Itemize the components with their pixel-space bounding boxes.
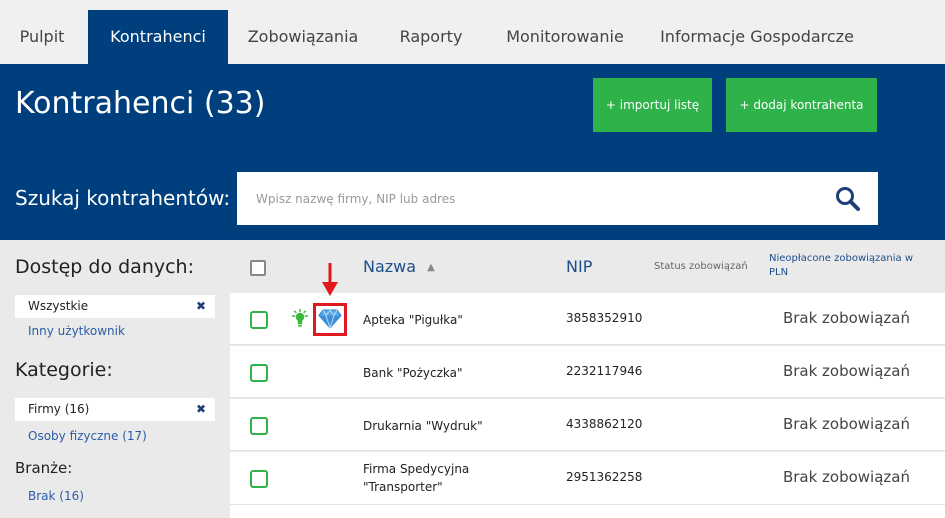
contractor-nip: 4338862120 [566, 417, 643, 431]
contractor-name[interactable]: Bank "Pożyczka" [363, 364, 463, 382]
access-heading: Dostęp do danych: [15, 256, 194, 278]
sort-ascending-icon: ▲ [427, 262, 435, 273]
contractor-name[interactable]: Apteka "Pigułka" [363, 311, 463, 329]
contractor-nip: 2951362258 [566, 470, 643, 484]
import-list-button[interactable]: + importuj listę [593, 78, 712, 132]
contractor-nip: 3858352910 [566, 311, 643, 325]
access-filter-label: Wszystkie [28, 299, 89, 313]
category-heading: Kategorie: [15, 359, 113, 381]
diamond-icon[interactable] [318, 309, 342, 329]
contractor-status: Brak zobowiązań [782, 415, 910, 433]
branch-heading: Branże: [15, 459, 73, 477]
contractor-status: Brak zobowiązań [782, 468, 910, 486]
table-row[interactable]: Apteka "Pigułka" 3858352910 Brak zobowią… [230, 293, 945, 345]
column-header-nip: NIP [566, 257, 593, 276]
category-filter-chip: Firmy (16) ✖ [15, 398, 215, 421]
column-header-unpaid: Nieopłacone zobowiązania w PLN [769, 253, 914, 278]
row-checkbox[interactable] [250, 470, 268, 488]
column-header-name[interactable]: Nazwa ▲ [363, 257, 435, 276]
lightbulb-icon [291, 309, 309, 327]
tab-raporty[interactable]: Raporty [378, 10, 484, 64]
contractor-name-line: Firma Spedycyjna [363, 462, 470, 476]
access-other-user-link[interactable]: Inny użytkownik [28, 324, 125, 338]
column-header-name-label: Nazwa [363, 257, 417, 276]
tab-pulpit[interactable]: Pulpit [0, 10, 84, 64]
remove-filter-icon[interactable]: ✖ [196, 295, 206, 318]
remove-filter-icon[interactable]: ✖ [196, 398, 206, 421]
page-header: Kontrahenci (33) + importuj listę + doda… [0, 64, 945, 240]
search-icon[interactable] [835, 186, 861, 212]
page-title: Kontrahenci (33) [15, 86, 266, 121]
search-box [237, 172, 878, 225]
tab-kontrahenci[interactable]: Kontrahenci [88, 10, 228, 64]
contractor-status: Brak zobowiązań [782, 309, 910, 327]
contractor-status: Brak zobowiązań [782, 362, 910, 380]
row-checkbox[interactable] [250, 364, 268, 382]
search-label: Szukaj kontrahentów: [15, 186, 231, 210]
row-checkbox[interactable] [250, 311, 268, 329]
column-header-status: Status zobowiązań [654, 261, 748, 272]
table-row[interactable]: Firma Spedycyjna "Transporter" 295136225… [230, 452, 945, 505]
category-filter-label: Firmy (16) [28, 402, 90, 416]
tab-zobowiazania[interactable]: Zobowiązania [228, 10, 378, 64]
row-checkbox[interactable] [250, 417, 268, 435]
table-row[interactable]: Bank "Pożyczka" 2232117946 Brak zobowiąz… [230, 346, 945, 398]
contractor-name[interactable]: Drukarnia "Wydruk" [363, 417, 483, 435]
table-row [230, 505, 945, 518]
category-individuals-link[interactable]: Osoby fizyczne (17) [28, 429, 147, 443]
contractor-nip: 2232117946 [566, 364, 643, 378]
contractor-name-line: "Transporter" [363, 480, 443, 494]
tab-monitorowanie[interactable]: Monitorowanie [484, 10, 646, 64]
access-filter-chip: Wszystkie ✖ [15, 295, 215, 318]
arrow-down-icon [322, 263, 338, 296]
contractor-name[interactable]: Firma Spedycyjna "Transporter" [363, 460, 469, 496]
tab-informacje-gospodarcze[interactable]: Informacje Gospodarcze [646, 10, 868, 64]
branch-none-link[interactable]: Brak (16) [28, 489, 84, 503]
search-input[interactable] [237, 172, 817, 225]
top-navigation: Pulpit Kontrahenci Zobowiązania Raporty … [0, 0, 945, 64]
select-all-checkbox[interactable] [250, 260, 266, 276]
add-contractor-button[interactable]: + dodaj kontrahenta [726, 78, 877, 132]
table-row[interactable]: Drukarnia "Wydruk" 4338862120 Brak zobow… [230, 399, 945, 451]
